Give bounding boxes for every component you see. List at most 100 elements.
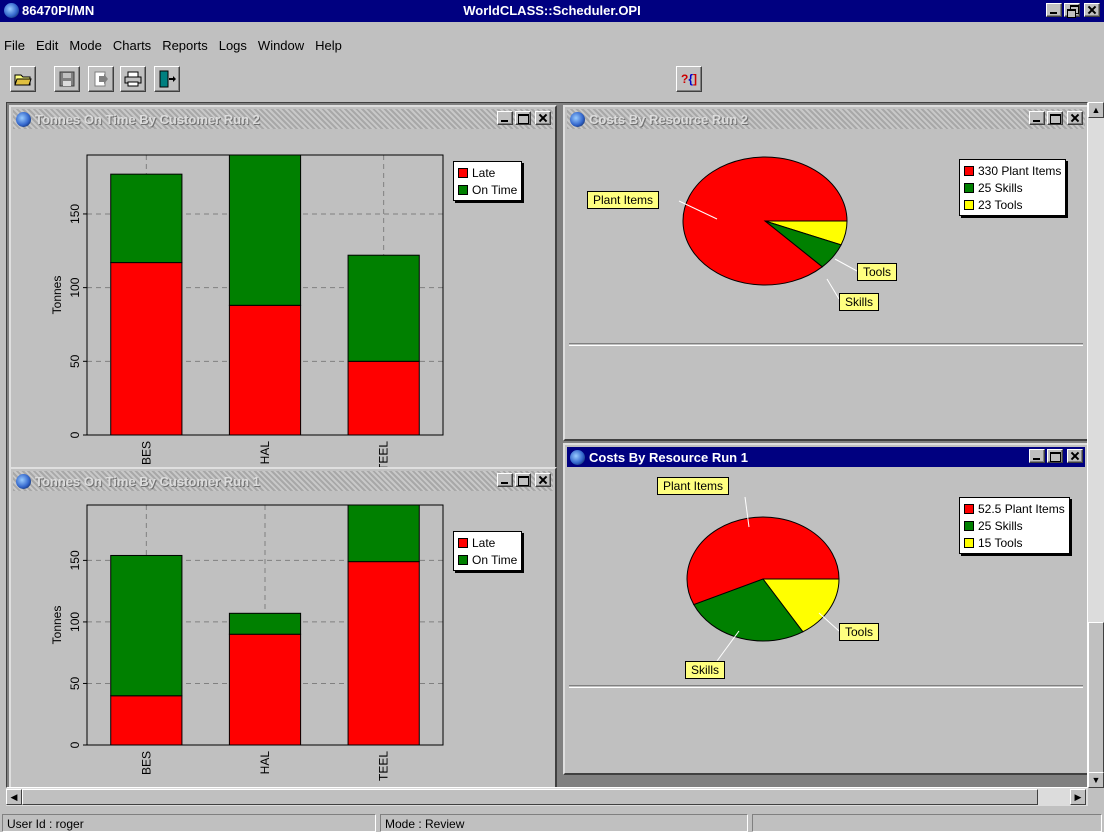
menu-logs[interactable]: Logs [219, 38, 247, 58]
legend-ontime-swatch [458, 554, 468, 565]
export-icon[interactable] [88, 66, 114, 92]
legend-skills-swatch [964, 520, 974, 531]
tonnes-run2-window[interactable]: Tonnes On Time By Customer Run 2 BES HAL T… [9, 105, 557, 475]
scroll-down-button[interactable]: ▼ [1088, 772, 1104, 788]
menu-window[interactable]: Window [258, 38, 304, 58]
app-titlebar[interactable]: 86470PI/MN WorldCLASS::Scheduler.OPI [0, 0, 1104, 22]
exit-door-icon[interactable] [154, 66, 180, 92]
save-icon[interactable] [54, 66, 80, 92]
legend-tools-swatch [964, 199, 974, 210]
tools-leader [818, 612, 840, 632]
bar-late-hal [228, 304, 302, 436]
scroll-left-button[interactable]: ◀ [6, 789, 22, 805]
close-button[interactable] [1084, 3, 1100, 17]
maximize-button[interactable] [1047, 449, 1063, 463]
globe-icon [570, 112, 585, 127]
pie-callout-plant-items: Plant Items [587, 191, 660, 209]
minimize-button[interactable] [1029, 449, 1045, 463]
close-button[interactable] [1067, 111, 1083, 125]
bar-on-time-hal [228, 154, 302, 306]
status-mode: Mode : Review [380, 814, 748, 832]
menu-file[interactable]: File [4, 38, 25, 58]
maximize-button[interactable] [515, 473, 531, 487]
x-tick-label: BES [139, 441, 153, 465]
app-caption-buttons [1046, 3, 1100, 18]
costs-run1-legend: 52.5 Plant Items 25 Skills 15 Tools [959, 497, 1070, 554]
costs-run1-titlebar[interactable]: Costs By Resource Run 1 [567, 447, 1085, 467]
y-tick-label: 150 [68, 204, 82, 224]
y-axis-label: Tonnes [50, 276, 64, 315]
minimize-button[interactable] [497, 473, 513, 487]
pie-callout-tools: Tools [857, 263, 898, 281]
scroll-right-button[interactable]: ▶ [1070, 789, 1086, 805]
legend-tools-swatch [964, 537, 974, 548]
legend-ontime-label: On Time [472, 552, 518, 567]
maximize-button[interactable] [1047, 111, 1063, 125]
vertical-scroll-thumb[interactable] [1088, 622, 1104, 774]
menu-reports[interactable]: Reports [162, 38, 208, 58]
legend-plant-label: 52.5 Plant Items [978, 501, 1065, 516]
minimize-button[interactable] [497, 111, 513, 125]
bar-on-time-teel [347, 254, 420, 362]
close-button[interactable] [535, 111, 551, 125]
context-help-icon[interactable]: ?{] [676, 66, 702, 92]
tonnes-run1-titlebar[interactable]: Tonnes On Time By Customer Run 1 [13, 471, 553, 491]
restore-button[interactable] [1064, 3, 1080, 18]
open-folder-icon[interactable] [10, 66, 36, 92]
pie-callout-tools: Tools [839, 623, 880, 641]
menu-help[interactable]: Help [315, 38, 342, 58]
costs-run1-window[interactable]: Costs By Resource Run 1 Plant Items Tool… [563, 443, 1087, 775]
legend-ontime-swatch [458, 184, 468, 195]
status-extra [752, 814, 1102, 832]
tools-leader [834, 258, 858, 272]
bar-on-time-bes [110, 554, 183, 697]
x-tick-label: HAL [258, 751, 272, 775]
legend-skills-label: 25 Skills [978, 518, 1023, 533]
tonnes-run1-title: Tonnes On Time By Customer Run 1 [35, 474, 260, 489]
y-axis-label: Tonnes [50, 606, 64, 645]
legend-late-swatch [458, 167, 468, 178]
legend-skills-label: 25 Skills [978, 180, 1023, 195]
minimize-button[interactable] [1046, 3, 1062, 17]
bar-late-bes [110, 262, 183, 436]
bar-late-hal [228, 633, 302, 746]
menu-bar: File Edit Mode Charts Reports Logs Windo… [0, 38, 353, 58]
horizontal-scrollbar[interactable]: ◀ ▶ [6, 788, 1088, 806]
legend-ontime-label: On Time [472, 182, 518, 197]
bar-late-teel [347, 360, 420, 436]
y-tick-label: 50 [68, 676, 82, 690]
maximize-button[interactable] [515, 111, 531, 125]
pie-callout-skills: Skills [685, 661, 726, 679]
globe-icon [16, 474, 31, 489]
tonnes-run2-titlebar[interactable]: Tonnes On Time By Customer Run 2 [13, 109, 553, 129]
scroll-up-button[interactable]: ▲ [1088, 102, 1104, 118]
bar-late-bes [110, 695, 183, 746]
y-tick-label: 0 [68, 431, 82, 438]
globe-icon [570, 450, 585, 465]
horizontal-scroll-thumb[interactable] [22, 789, 1038, 805]
status-bar: User Id : roger Mode : Review [0, 812, 1104, 832]
x-tick-label: TEEL [377, 751, 391, 781]
skills-leader [716, 630, 740, 662]
pie-callout-skills: Skills [839, 293, 880, 311]
tonnes-run1-window[interactable]: Tonnes On Time By Customer Run 1 BES HAL T… [9, 467, 557, 787]
legend-tools-label: 23 Tools [978, 197, 1023, 212]
pie-callout-plant-items: Plant Items [657, 477, 730, 495]
costs-run2-legend: 330 Plant Items 25 Skills 23 Tools [959, 159, 1067, 216]
menu-edit[interactable]: Edit [36, 38, 58, 58]
costs-run2-window[interactable]: Costs By Resource Run 2 Plant Items Tool… [563, 105, 1087, 441]
y-tick-label: 0 [68, 741, 82, 748]
close-button[interactable] [1067, 449, 1083, 463]
minimize-button[interactable] [1029, 111, 1045, 125]
y-tick-label: 100 [68, 612, 82, 632]
legend-plant-swatch [964, 503, 974, 514]
costs-run2-titlebar[interactable]: Costs By Resource Run 2 [567, 109, 1085, 129]
menu-charts[interactable]: Charts [113, 38, 151, 58]
bar-on-time-hal [228, 612, 302, 635]
bar-on-time-teel [347, 504, 420, 563]
legend-skills-swatch [964, 182, 974, 193]
vertical-scrollbar[interactable]: ▲ ▼ [1088, 102, 1104, 788]
menu-mode[interactable]: Mode [69, 38, 102, 58]
print-icon[interactable] [120, 66, 146, 92]
close-button[interactable] [535, 473, 551, 487]
